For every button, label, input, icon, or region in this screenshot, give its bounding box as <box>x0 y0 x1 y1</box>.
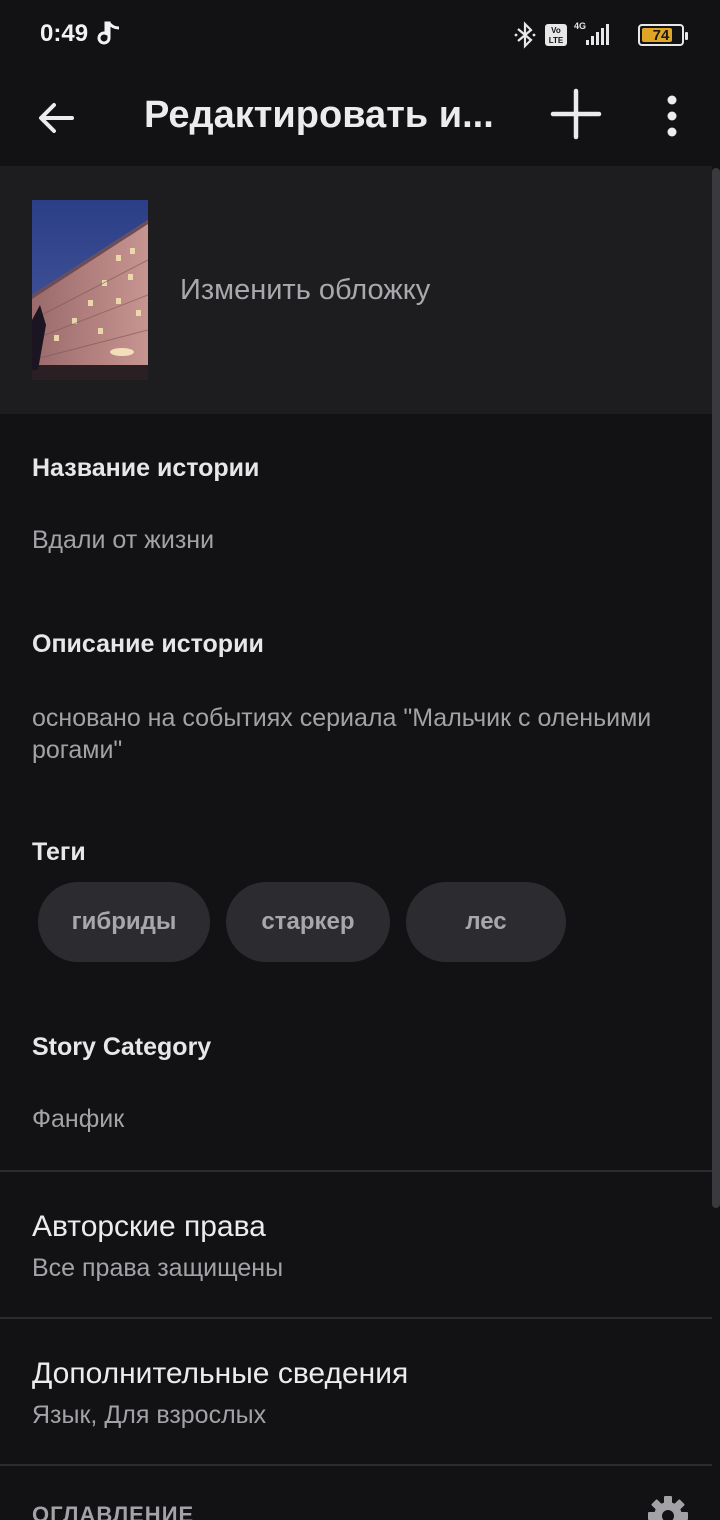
gear-icon[interactable] <box>646 1494 690 1520</box>
status-bar: 0:49 Vo LTE 4G 74 <box>0 0 720 70</box>
app-toolbar: Редактировать и... <box>0 70 720 166</box>
cover-section[interactable]: Изменить обложку <box>0 166 712 414</box>
change-cover-label[interactable]: Изменить обложку <box>180 274 430 307</box>
music-note-icon <box>96 20 122 53</box>
divider <box>0 1464 712 1466</box>
status-time: 0:49 <box>40 20 89 47</box>
svg-text:4G: 4G <box>574 21 586 31</box>
add-part-button[interactable] <box>548 86 604 142</box>
story-description-label: Описание истории <box>32 630 264 658</box>
additional-details-row[interactable]: Дополнительные сведения Язык, Для взросл… <box>0 1319 712 1465</box>
story-description-field[interactable]: основано на событиях сериала "Мальчик с … <box>32 702 652 766</box>
additional-details-value: Язык, Для взрослых <box>32 1401 267 1429</box>
table-of-contents-header: ОГЛАВЛЕНИЕ <box>32 1502 195 1520</box>
tag-chip[interactable]: лес <box>406 882 566 962</box>
svg-text:Vo: Vo <box>551 26 561 35</box>
signal-4g-icon: 4G <box>574 20 610 53</box>
copyright-row[interactable]: Авторские права Все права защищены <box>0 1172 712 1318</box>
copyright-value: Все права защищены <box>32 1254 284 1282</box>
tag-chip[interactable]: старкер <box>226 882 390 962</box>
scrollbar[interactable] <box>712 168 720 1208</box>
story-title-field[interactable]: Вдали от жизни <box>32 524 652 556</box>
battery-level: 74 <box>652 27 670 44</box>
story-title-label: Название истории <box>32 454 260 482</box>
tags-label: Теги <box>32 838 86 866</box>
bluetooth-icon <box>514 20 536 55</box>
story-category-field[interactable]: Фанфик <box>32 1103 652 1135</box>
tag-chip[interactable]: гибриды <box>38 882 210 962</box>
more-vert-icon <box>667 95 677 137</box>
volte-icon: Vo LTE <box>544 23 568 52</box>
copyright-title: Авторские права <box>32 1210 266 1243</box>
status-icons: Vo LTE 4G 74 <box>514 20 688 53</box>
plus-icon <box>550 88 602 140</box>
back-button[interactable] <box>32 92 84 144</box>
story-category-label: Story Category <box>32 1033 212 1061</box>
back-arrow-icon <box>39 103 74 133</box>
svg-text:LTE: LTE <box>549 36 564 45</box>
battery-icon: 74 <box>638 24 688 46</box>
cover-image[interactable] <box>32 200 148 380</box>
page-title: Редактировать и... <box>144 94 494 136</box>
more-options-button[interactable] <box>652 90 692 142</box>
additional-details-title: Дополнительные сведения <box>32 1357 409 1390</box>
